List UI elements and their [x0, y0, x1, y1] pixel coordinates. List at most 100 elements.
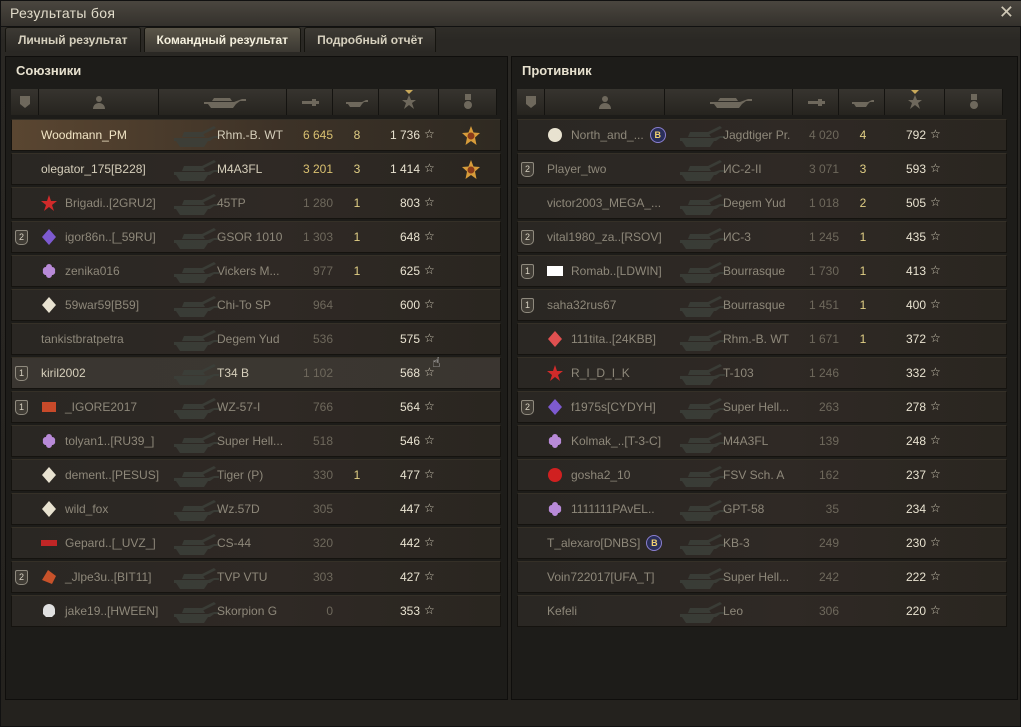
player-row[interactable]: North_and_... B Jagdtiger Pr. 4 020 4 792 ☆ — [517, 119, 1007, 151]
xp-value: 353 — [399, 604, 420, 618]
xp-value: 230 — [905, 536, 926, 550]
player-row[interactable]: victor2003_MEGA_... Degem Yud 1 018 2 505 ☆ — [517, 187, 1007, 219]
player-row[interactable]: 59war59[B59] Chi-To SP 964 600 ☆ — [11, 289, 501, 321]
xp-value: 1 736 — [389, 128, 420, 142]
vehicle-col-icon[interactable] — [665, 89, 793, 115]
player-row[interactable]: olegator_175[B228] M4A3FL 3 201 3 1 414 ☆ — [11, 153, 501, 185]
player-row[interactable]: 2 vital1980_za..[RSOV] ИС-3 1 245 1 435 ☆ — [517, 221, 1007, 253]
player-row[interactable]: 2 Player_two ИС-2-II 3 071 3 593 ☆ — [517, 153, 1007, 185]
star-icon: ☆ — [930, 331, 941, 345]
tank-icon — [676, 360, 726, 388]
tank-icon — [676, 564, 726, 592]
player-row[interactable]: Kolmak_..[T-3-C] M4A3FL 139 248 ☆ — [517, 425, 1007, 457]
kills-value: 1 — [859, 332, 867, 346]
xp-col-icon[interactable] — [885, 89, 945, 115]
player-name: 111tita..[24KBB] — [571, 332, 656, 346]
player-row[interactable]: dement..[PESUS] Tiger (P) 330 1 477 ☆ — [11, 459, 501, 491]
tab-team[interactable]: Командный результат — [143, 27, 302, 52]
player-row[interactable]: Woodmann_PM Rhm.-B. WT 6 645 8 1 736 ☆ — [11, 119, 501, 151]
vehicle-name: Degem Yud — [217, 332, 280, 346]
player-row[interactable]: jake19..[HWEEN] Skorpion G 0 353 ☆ — [11, 595, 501, 627]
player-row[interactable]: Brigadi..[2GRU2] 45TP 1 280 1 803 ☆ — [11, 187, 501, 219]
player-row[interactable]: 1111111PAvEL.. GPT-58 35 234 ☆ — [517, 493, 1007, 525]
vehicle-name: Rhm.-B. WT — [217, 128, 283, 142]
medal-icon[interactable] — [460, 159, 482, 181]
player-row[interactable]: 1 saha32rus67 Bourrasque 1 451 1 400 ☆ — [517, 289, 1007, 321]
vehicle-name: ИС-3 — [723, 230, 751, 244]
tank-icon — [170, 564, 220, 592]
player-row[interactable]: 2 igor86n..[_59RU] GSOR 1010 1 303 1 648 ☆ — [11, 221, 501, 253]
kills-value: 1 — [353, 264, 361, 278]
kills-value: 1 — [859, 298, 867, 312]
player-name: zenika016 — [65, 264, 120, 278]
platoon-col-icon[interactable] — [517, 89, 545, 115]
xp-value: 564 — [399, 400, 420, 414]
player-row[interactable]: zenika016 Vickers M... 977 1 625 ☆ — [11, 255, 501, 287]
player-row[interactable]: 1 kiril2002 T34 B1 102 568 ☆ — [11, 357, 501, 389]
player-row[interactable]: 2 _Jlpe3u..[BIT11] TVP VTU 303 427 ☆ — [11, 561, 501, 593]
xp-col-icon[interactable] — [379, 89, 439, 115]
medal-col-icon[interactable] — [439, 89, 497, 115]
player-row[interactable]: 111tita..[24KBB] Rhm.-B. WT 1 671 1 372 ☆ — [517, 323, 1007, 355]
platoon-icon: 2 — [521, 230, 534, 245]
player-name: Woodmann_PM — [41, 128, 127, 142]
tank-icon — [676, 598, 726, 626]
vehicle-name: Tiger (P) — [217, 468, 264, 482]
allies-header — [11, 89, 497, 115]
xp-value: 593 — [905, 162, 926, 176]
player-row[interactable]: Kefeli Leo 306 220 ☆ — [517, 595, 1007, 627]
player-row[interactable]: T_alexaro[DNBS] B KB-3 249 230 ☆ — [517, 527, 1007, 559]
tank-icon — [170, 462, 220, 490]
vehicle-name: ИС-2-II — [723, 162, 762, 176]
damage-value: 3 071 — [808, 162, 839, 176]
clan-emblem-icon — [545, 465, 565, 485]
player-row[interactable]: R_I_D_I_K T-103 1 246 332 ☆ — [517, 357, 1007, 389]
player-row[interactable]: 1 Romab..[LDWIN] Bourrasque 1 730 1 413 ☆ — [517, 255, 1007, 287]
player-row[interactable]: 2 f1975s[CYDYH] Super Hell... 263 278 ☆ — [517, 391, 1007, 423]
star-icon: ☆ — [930, 127, 941, 141]
damage-value: 249 — [818, 536, 839, 550]
damage-col-icon[interactable] — [793, 89, 839, 115]
player-row[interactable]: Voin722017[UFA_T] Super Hell... 242 222 ☆ — [517, 561, 1007, 593]
kills-col-icon[interactable] — [839, 89, 885, 115]
damage-value: 1 303 — [302, 230, 333, 244]
player-col-icon[interactable] — [39, 89, 159, 115]
damage-col-icon[interactable] — [287, 89, 333, 115]
xp-value: 505 — [905, 196, 926, 210]
damage-value: 1 102 — [302, 366, 333, 380]
tab-personal[interactable]: Личный результат — [5, 27, 141, 52]
player-row[interactable]: Gepard..[_UVZ_] CS-44 320 442 ☆ — [11, 527, 501, 559]
star-icon: ☆ — [424, 603, 435, 617]
player-row[interactable]: tankistbratpetra Degem Yud 536 575 ☆ — [11, 323, 501, 355]
player-name: wild_fox — [65, 502, 109, 516]
player-name: T_alexaro[DNBS] — [547, 536, 641, 550]
player-name: dement..[PESUS] — [65, 468, 160, 482]
medal-col-icon[interactable] — [945, 89, 1003, 115]
xp-value: 220 — [905, 604, 926, 618]
star-icon: ☆ — [424, 195, 435, 209]
clan-emblem-icon — [545, 329, 565, 349]
kills-value: 1 — [353, 468, 361, 482]
tank-icon — [170, 428, 220, 456]
platoon-col-icon[interactable] — [11, 89, 39, 115]
enemies-title: Противник — [522, 63, 592, 78]
player-row[interactable]: 1 _IGORE2017 WZ-57-I 766 564 ☆ — [11, 391, 501, 423]
kills-col-icon[interactable] — [333, 89, 379, 115]
vehicle-name: T34 B — [217, 366, 250, 380]
medal-icon[interactable] — [460, 125, 482, 147]
player-row[interactable]: gosha2_10 FSV Sch. A 162 237 ☆ — [517, 459, 1007, 491]
damage-value: 139 — [818, 434, 839, 448]
player-col-icon[interactable] — [545, 89, 665, 115]
damage-value: 330 — [312, 468, 333, 482]
star-icon: ☆ — [930, 433, 941, 447]
player-name: olegator_175[B228] — [41, 162, 146, 176]
star-icon: ☆ — [930, 501, 941, 515]
vehicle-col-icon[interactable] — [159, 89, 287, 115]
tab-detailed[interactable]: Подробный отчёт — [304, 27, 437, 52]
xp-value: 477 — [399, 468, 420, 482]
player-row[interactable]: wild_fox Wz.57D 305 447 ☆ — [11, 493, 501, 525]
player-row[interactable]: tolyan1..[RU39_] Super Hell... 518 546 ☆ — [11, 425, 501, 457]
vehicle-name: Super Hell... — [723, 400, 790, 414]
player-name: 1111111PAvEL.. — [571, 502, 655, 516]
close-icon[interactable]: ✕ — [999, 2, 1014, 23]
